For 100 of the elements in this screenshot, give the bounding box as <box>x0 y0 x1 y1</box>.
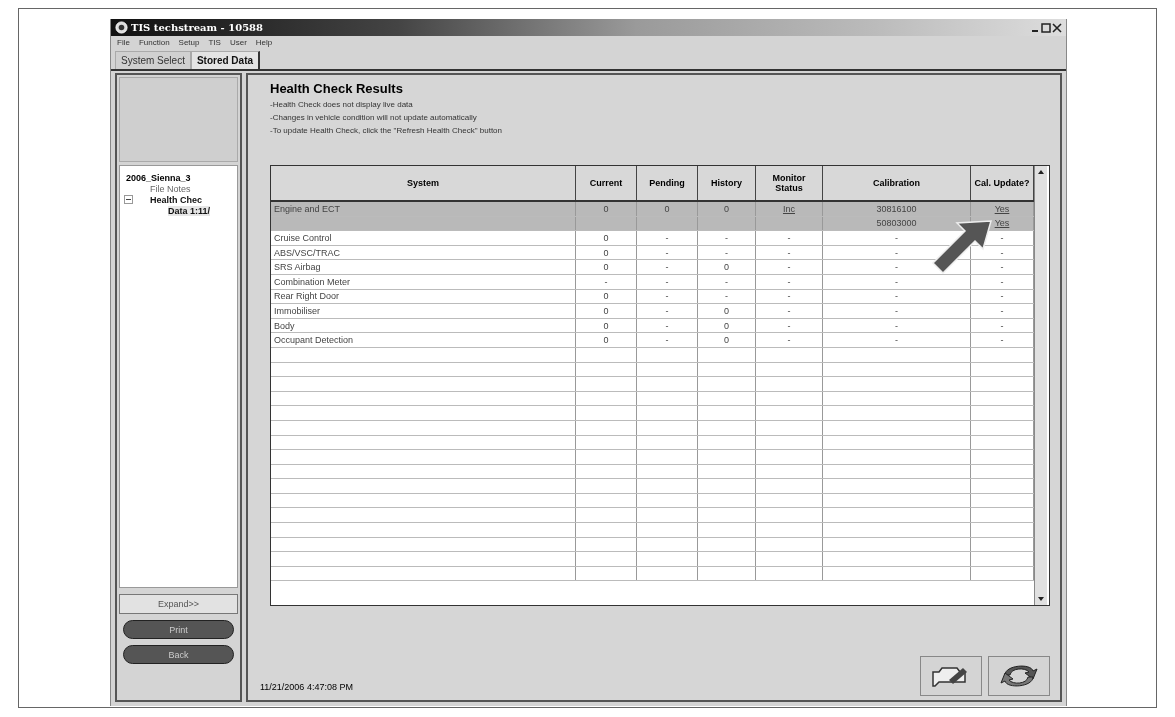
table-cell: 0 <box>603 233 609 243</box>
column-header: Monitor Status <box>756 166 823 200</box>
table-cell: Rear Right Door <box>274 291 340 302</box>
side-button[interactable]: Back <box>123 645 234 664</box>
note-text: -Health Check does not display live data <box>270 100 414 109</box>
table-row[interactable]: Rear Right Door 0 - - - - - <box>271 289 1034 305</box>
table-cell: - <box>725 276 728 287</box>
menu-item[interactable]: Function <box>138 38 170 47</box>
table-cell: - <box>895 335 898 346</box>
engine-check-button[interactable] <box>920 656 982 696</box>
table-cell: - <box>787 291 791 302</box>
menu-item[interactable]: Help <box>255 38 273 47</box>
tree-item[interactable]: File Notes <box>124 183 191 194</box>
table-row[interactable]: Occupant Detection 0 - 0 - - - <box>271 333 1034 348</box>
table-row[interactable]: Body 0 - 0 - - - <box>271 318 1034 334</box>
scrollbar[interactable] <box>1034 166 1047 605</box>
table-cell: - <box>895 291 898 302</box>
table-cell: 0 <box>724 335 729 346</box>
menu-item[interactable]: File <box>117 38 130 47</box>
note-text: -Changes in vehicle condition will not update automatically <box>270 113 478 122</box>
table-cell: - <box>665 247 669 258</box>
table-cell: - <box>895 305 898 316</box>
tree-item[interactable]: Health Chec <box>137 194 202 205</box>
table-cell: - <box>895 247 898 258</box>
table-link[interactable]: Yes <box>994 203 1010 214</box>
table-cell: 0 <box>664 203 670 214</box>
table-cell: 0 <box>603 247 609 258</box>
table-cell: - <box>787 305 791 316</box>
table-row[interactable]: Engine and ECT 0 0 0 Inc 30816100 Yes <box>271 202 1034 217</box>
menu-item[interactable]: Setup <box>178 38 200 47</box>
table-cell: - <box>787 247 791 258</box>
table-link[interactable]: Yes <box>994 218 1010 229</box>
table-cell: - <box>665 262 669 273</box>
table-cell: - <box>895 262 898 273</box>
table-cell: ABS/VSC/TRAC <box>274 247 340 258</box>
table-cell: Combination Meter <box>274 276 351 287</box>
table-cell: - <box>665 276 669 287</box>
table-cell: - <box>1000 320 1004 331</box>
side-button[interactable]: Print <box>123 620 234 639</box>
column-header: History <box>698 166 756 200</box>
column-header: Pending <box>637 166 698 200</box>
table-cell: Immobiliser <box>274 305 320 316</box>
table-cell: 0 <box>724 320 729 331</box>
table-cell: - <box>665 291 669 302</box>
table-cell: - <box>604 276 608 287</box>
table-cell: - <box>665 335 669 346</box>
tab[interactable]: System Select <box>115 51 191 69</box>
table-cell: - <box>787 335 791 346</box>
maximize-icon[interactable] <box>1041 22 1051 33</box>
table-cell: - <box>895 233 898 243</box>
table-cell: Body <box>274 320 295 331</box>
collapse-icon[interactable] <box>124 195 133 204</box>
table-cell: - <box>787 233 791 243</box>
timestamp: 11/21/2006 4:47:08 PM <box>260 682 353 694</box>
menu-item[interactable]: User <box>229 38 247 47</box>
table-cell: - <box>787 262 791 273</box>
table-cell: - <box>787 320 791 331</box>
table-cell: 50803000 <box>876 218 917 229</box>
tree-item[interactable]: 2006_Sienna_3 <box>126 172 191 183</box>
table-cell: 0 <box>603 335 609 346</box>
refresh-button[interactable] <box>988 656 1050 696</box>
table-cell: Cruise Control <box>274 233 332 243</box>
table-cell: - <box>1000 233 1004 243</box>
pointer-arrow <box>931 219 993 275</box>
table-cell: - <box>787 276 791 287</box>
table-link[interactable]: Inc <box>783 203 795 214</box>
menu-item[interactable]: TIS <box>208 38 221 47</box>
table-row[interactable]: Combination Meter - - - - - - <box>271 274 1034 290</box>
table-cell: 0 <box>603 305 609 316</box>
table-cell: Engine and ECT <box>274 203 341 214</box>
column-header: Current <box>576 166 637 200</box>
note-text: -To update Health Check, click the "Refresh Health Check" button <box>270 126 504 135</box>
table-cell: 0 <box>724 262 729 273</box>
table-cell: - <box>895 320 898 331</box>
table-cell: - <box>1000 262 1004 273</box>
column-header: System <box>271 166 576 200</box>
table-cell: - <box>725 291 728 302</box>
close-icon[interactable] <box>1052 22 1062 33</box>
app-icon <box>115 21 128 34</box>
tree-item[interactable]: Data 1:11/ <box>168 205 211 216</box>
table-cell: 0 <box>603 203 609 214</box>
table-cell: - <box>1000 335 1004 346</box>
section-heading: Health Check Results <box>270 81 404 96</box>
table-cell: - <box>725 233 728 243</box>
table-cell: 0 <box>724 305 729 316</box>
table-cell: - <box>725 247 728 258</box>
table-row[interactable]: Immobiliser 0 - 0 - - - <box>271 304 1034 319</box>
table-cell: 30816100 <box>876 203 917 214</box>
table-cell: - <box>665 305 669 316</box>
table-cell: - <box>1000 305 1004 316</box>
table-cell: 0 <box>603 262 609 273</box>
table-cell: - <box>1000 276 1004 287</box>
table-cell: 0 <box>603 291 609 302</box>
table-cell: - <box>895 276 898 287</box>
expand-button[interactable]: Expand>> <box>119 594 238 614</box>
table-cell: - <box>1000 291 1004 302</box>
tab[interactable]: Stored Data <box>190 51 261 69</box>
table-cell: - <box>1000 247 1004 258</box>
table-cell: 0 <box>603 320 609 331</box>
window-title: TIS techstream - 10588 <box>131 22 263 33</box>
